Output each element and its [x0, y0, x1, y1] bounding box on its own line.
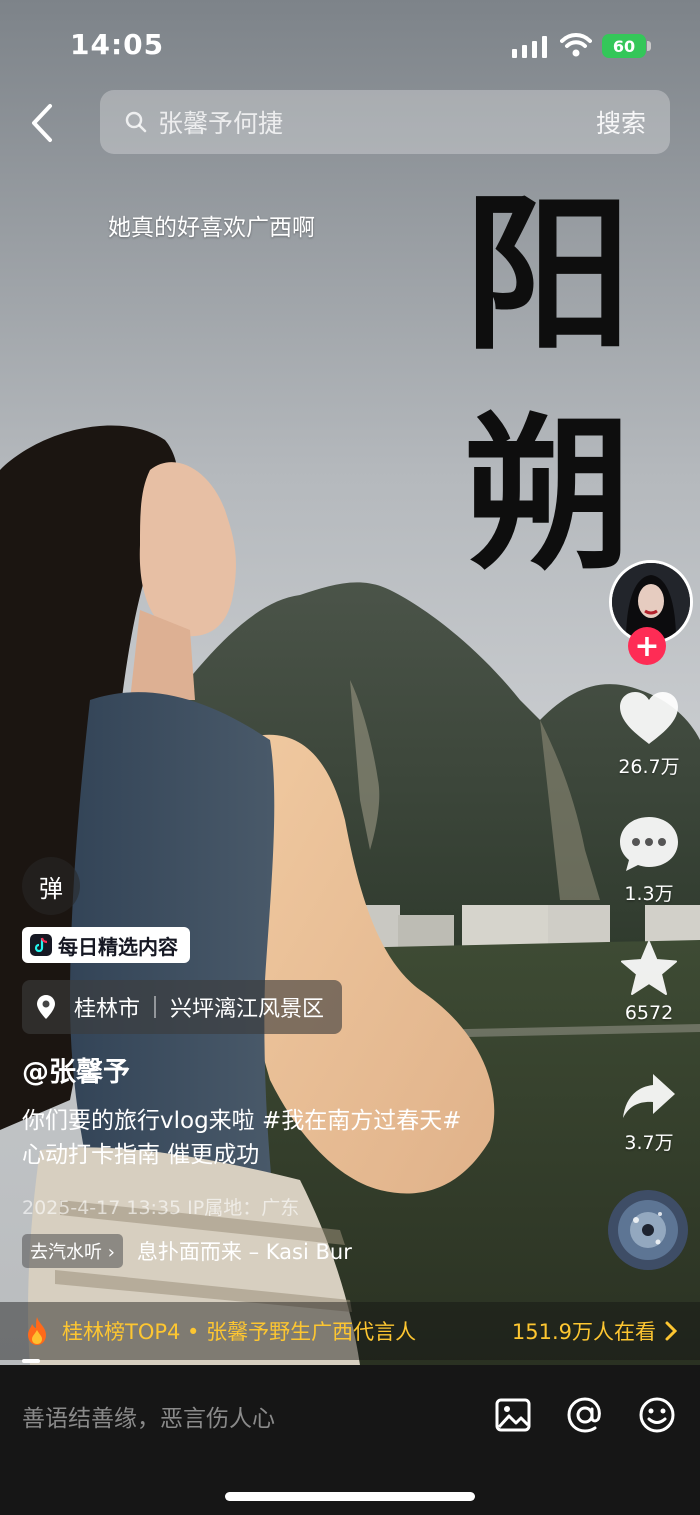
- video-caption: 她真的好喜欢广西啊: [108, 215, 315, 241]
- music-title: 息扑面而来 – Kasi Bur: [136, 1240, 352, 1264]
- live-viewers-count: 151.9万人在看: [511, 1320, 656, 1344]
- location-spot: 兴坪漓江风景区: [170, 997, 325, 1022]
- chevron-left-icon: [32, 104, 52, 142]
- search-button[interactable]: 搜索: [596, 104, 646, 140]
- star-icon: [621, 941, 677, 995]
- share-count: 3.7万: [624, 1132, 674, 1154]
- fire-icon: [28, 1317, 46, 1345]
- share-arrow-icon: [623, 1074, 675, 1118]
- location-tag[interactable]: 桂林市 兴坪漓江风景区: [22, 980, 343, 1034]
- description-line-2: 心动打卡指南 催更成功: [22, 1142, 260, 1168]
- like-button[interactable]: 26.7万: [608, 690, 690, 779]
- music-row[interactable]: 去汽水听 › 息扑面而来 – Kasi Bur: [22, 1234, 352, 1268]
- battery-tip: [647, 41, 651, 51]
- search-bar[interactable]: 张馨予何捷 搜索: [100, 90, 670, 154]
- heart-icon: [620, 692, 678, 744]
- image-icon[interactable]: [493, 1395, 533, 1435]
- comment-bubble-icon: [620, 817, 678, 871]
- comment-count: 1.3万: [624, 883, 674, 905]
- author-username[interactable]: @张馨予: [22, 1050, 130, 1089]
- comment-button[interactable]: 1.3万: [608, 815, 690, 906]
- hot-ranking-banner[interactable]: 桂林榜TOP4 • 张馨予野生广西代言人 151.9万人在看: [0, 1302, 700, 1360]
- post-meta: 2025-4-17 13:35 IP属地：广东: [22, 1197, 300, 1219]
- comment-input[interactable]: 善语结善缘，恶言伤人心: [22, 1399, 442, 1433]
- description-line-1: 你们要的旅行vlog来啦 #我在南方过春天#: [22, 1108, 462, 1134]
- follow-button[interactable]: +: [628, 627, 666, 665]
- search-query[interactable]: 张馨予何捷: [158, 104, 596, 140]
- home-indicator[interactable]: [225, 1492, 475, 1501]
- chevron-right-icon: [665, 1321, 678, 1341]
- daily-tag-label: 每日精选内容: [58, 934, 178, 959]
- music-cover-image: [608, 1190, 688, 1270]
- emoji-icon[interactable]: [637, 1395, 677, 1435]
- douyin-logo-icon: [30, 934, 52, 956]
- favorite-count: 6572: [624, 1002, 674, 1024]
- music-disc[interactable]: [608, 1190, 688, 1270]
- favorite-button[interactable]: 6572: [608, 940, 690, 1024]
- title-char-shuo: 朔: [464, 395, 632, 593]
- danmu-toggle-button[interactable]: 弹: [22, 857, 80, 915]
- location-pin-icon: [37, 995, 55, 1019]
- battery-indicator: 60: [602, 34, 646, 58]
- plus-icon: +: [634, 628, 660, 664]
- like-count: 26.7万: [618, 756, 680, 778]
- title-char-yang: 阳: [464, 175, 632, 373]
- back-button[interactable]: [22, 100, 62, 146]
- hot-ranking-text: 桂林榜TOP4 • 张馨予野生广西代言人: [62, 1320, 417, 1344]
- video-progress-bar[interactable]: [22, 1359, 40, 1363]
- location-city: 桂林市: [74, 997, 141, 1022]
- wifi-icon: [560, 33, 592, 57]
- location-separator: [154, 996, 157, 1018]
- search-icon: [125, 111, 147, 133]
- cellular-signal-icon: [512, 36, 547, 58]
- daily-picks-tag[interactable]: 每日精选内容: [22, 927, 190, 963]
- danmu-label: 弹: [39, 874, 63, 903]
- listen-tag-label: 去汽水听: [30, 1242, 102, 1263]
- status-time: 14:05: [70, 28, 165, 61]
- video-description[interactable]: 你们要的旅行vlog来啦 #我在南方过春天# 心动打卡指南 催更成功: [22, 1104, 582, 1172]
- mention-icon[interactable]: [565, 1395, 605, 1435]
- share-button[interactable]: 3.7万: [608, 1070, 690, 1155]
- listen-on-qishui-tag[interactable]: 去汽水听 ›: [22, 1234, 123, 1268]
